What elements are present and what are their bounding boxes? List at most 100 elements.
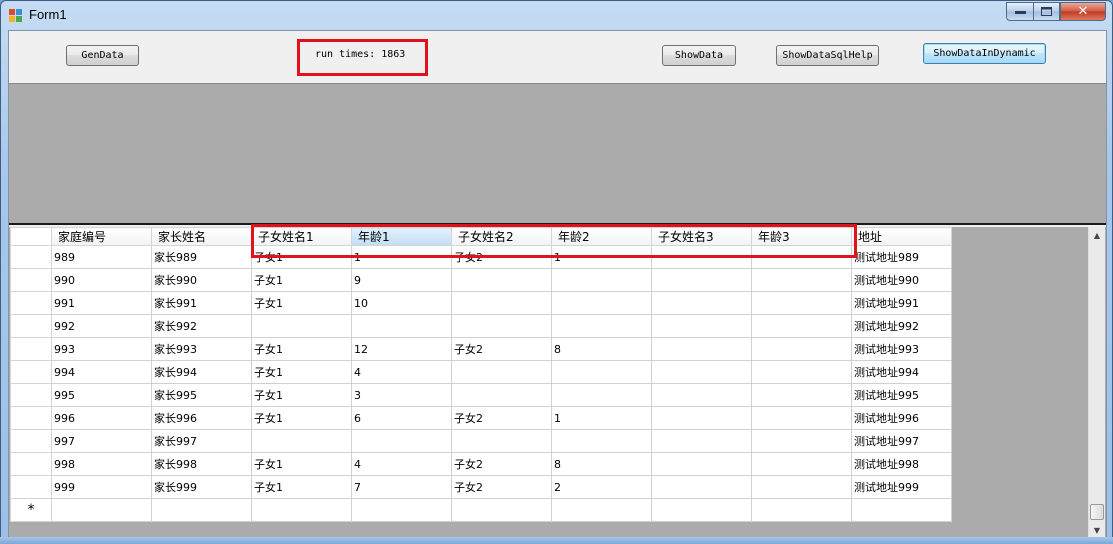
column-header[interactable]: 家庭编号 bbox=[51, 227, 152, 246]
grid-cell[interactable] bbox=[651, 360, 752, 384]
grid-cell[interactable] bbox=[351, 429, 452, 453]
row-header[interactable] bbox=[10, 406, 52, 430]
grid-cell[interactable]: 8 bbox=[551, 452, 652, 476]
table-row[interactable]: 993 家长993 子女1 12 子女2 8 测试地址993 bbox=[10, 337, 952, 361]
grid-cell[interactable]: 家长991 bbox=[151, 291, 252, 315]
grid-cell[interactable]: 7 bbox=[351, 475, 452, 499]
grid-cell[interactable]: 测试地址998 bbox=[851, 452, 952, 476]
grid-cell[interactable] bbox=[451, 383, 552, 407]
column-header[interactable]: 家长姓名 bbox=[151, 227, 252, 246]
table-row[interactable]: 991 家长991 子女1 10 测试地址991 bbox=[10, 291, 952, 315]
grid-cell[interactable]: 测试地址996 bbox=[851, 406, 952, 430]
grid-cell[interactable]: 子女2 bbox=[451, 452, 552, 476]
grid-cell[interactable]: 990 bbox=[51, 268, 152, 292]
grid-cell[interactable] bbox=[451, 314, 552, 338]
scroll-down-icon[interactable]: ▼ bbox=[1089, 522, 1105, 538]
row-header[interactable] bbox=[10, 475, 52, 499]
grid-cell[interactable]: 测试地址995 bbox=[851, 383, 952, 407]
grid-cell[interactable] bbox=[551, 268, 652, 292]
table-row[interactable]: 997 家长997 测试地址997 bbox=[10, 429, 952, 453]
grid-cell[interactable]: 测试地址993 bbox=[851, 337, 952, 361]
grid-cell[interactable] bbox=[751, 337, 852, 361]
grid-cell[interactable] bbox=[651, 383, 752, 407]
data-grid[interactable]: 家庭编号 家长姓名 子女姓名1 年龄1 子女姓名2 年龄2 子女姓名3 年龄3 地址 989 家长… bbox=[10, 227, 952, 522]
scroll-thumb[interactable] bbox=[1090, 504, 1104, 520]
grid-cell[interactable] bbox=[251, 314, 352, 338]
grid-cell[interactable]: 994 bbox=[51, 360, 152, 384]
table-row[interactable]: 998 家长998 子女1 4 子女2 8 测试地址998 bbox=[10, 452, 952, 476]
grid-cell[interactable]: 家长995 bbox=[151, 383, 252, 407]
row-header[interactable] bbox=[10, 268, 52, 292]
row-header[interactable] bbox=[10, 291, 52, 315]
grid-cell[interactable]: 子女2 bbox=[451, 406, 552, 430]
grid-cell[interactable]: 子女1 bbox=[251, 360, 352, 384]
showdata-sqlhelp-button[interactable]: ShowDataSqlHelp bbox=[776, 45, 879, 66]
grid-cell[interactable]: 991 bbox=[51, 291, 152, 315]
grid-cell[interactable] bbox=[551, 314, 652, 338]
grid-cell[interactable] bbox=[551, 383, 652, 407]
grid-cell[interactable] bbox=[751, 498, 852, 522]
grid-cell[interactable]: 989 bbox=[51, 245, 152, 269]
app-icon[interactable] bbox=[9, 9, 22, 22]
grid-cell[interactable]: 10 bbox=[351, 291, 452, 315]
vertical-scrollbar[interactable]: ▲ ▼ bbox=[1088, 227, 1105, 538]
grid-cell[interactable] bbox=[551, 291, 652, 315]
grid-cell[interactable] bbox=[751, 383, 852, 407]
minimize-button[interactable] bbox=[1006, 2, 1033, 21]
grid-corner-header[interactable] bbox=[10, 227, 52, 246]
grid-cell[interactable]: 4 bbox=[351, 360, 452, 384]
grid-cell[interactable]: 子女2 bbox=[451, 475, 552, 499]
grid-cell[interactable] bbox=[51, 498, 152, 522]
grid-cell[interactable] bbox=[251, 498, 352, 522]
grid-cell[interactable]: 子女1 bbox=[251, 475, 352, 499]
grid-cell[interactable]: 子女1 bbox=[251, 406, 352, 430]
grid-cell[interactable]: 家长999 bbox=[151, 475, 252, 499]
grid-cell[interactable] bbox=[551, 360, 652, 384]
grid-cell[interactable]: 家长992 bbox=[151, 314, 252, 338]
table-row[interactable]: 996 家长996 子女1 6 子女2 1 测试地址996 bbox=[10, 406, 952, 430]
grid-cell[interactable] bbox=[151, 498, 252, 522]
grid-cell[interactable] bbox=[651, 337, 752, 361]
data-grid-view[interactable]: 家庭编号 家长姓名 子女姓名1 年龄1 子女姓名2 年龄2 子女姓名3 年龄3 地址 989 家长… bbox=[9, 224, 1106, 538]
grid-cell[interactable] bbox=[651, 291, 752, 315]
grid-cell[interactable]: 测试地址989 bbox=[851, 245, 952, 269]
grid-cell[interactable] bbox=[251, 429, 352, 453]
grid-cell[interactable]: 测试地址994 bbox=[851, 360, 952, 384]
grid-cell[interactable] bbox=[751, 406, 852, 430]
scroll-up-icon[interactable]: ▲ bbox=[1089, 227, 1105, 243]
grid-cell[interactable] bbox=[851, 498, 952, 522]
grid-cell[interactable] bbox=[451, 291, 552, 315]
grid-cell[interactable] bbox=[751, 314, 852, 338]
grid-cell[interactable] bbox=[751, 268, 852, 292]
grid-cell[interactable] bbox=[351, 314, 452, 338]
row-header[interactable] bbox=[10, 360, 52, 384]
grid-cell[interactable]: 4 bbox=[351, 452, 452, 476]
maximize-button[interactable] bbox=[1033, 2, 1060, 21]
grid-cell[interactable]: 1 bbox=[551, 406, 652, 430]
grid-cell[interactable]: 子女1 bbox=[251, 337, 352, 361]
grid-cell[interactable] bbox=[451, 429, 552, 453]
grid-cell[interactable] bbox=[651, 498, 752, 522]
showdata-button[interactable]: ShowData bbox=[662, 45, 736, 66]
grid-cell[interactable]: 999 bbox=[51, 475, 152, 499]
showdata-dynamic-button[interactable]: ShowDataInDynamic bbox=[923, 43, 1046, 64]
grid-cell[interactable]: 6 bbox=[351, 406, 452, 430]
row-header[interactable] bbox=[10, 383, 52, 407]
grid-cell[interactable]: 家长996 bbox=[151, 406, 252, 430]
new-row[interactable]: * bbox=[10, 498, 952, 522]
grid-cell[interactable]: 家长989 bbox=[151, 245, 252, 269]
row-header[interactable] bbox=[10, 245, 52, 269]
grid-cell[interactable] bbox=[751, 291, 852, 315]
close-button[interactable]: ✕ bbox=[1060, 2, 1106, 21]
grid-cell[interactable]: 998 bbox=[51, 452, 152, 476]
grid-cell[interactable] bbox=[451, 498, 552, 522]
grid-cell[interactable]: 测试地址990 bbox=[851, 268, 952, 292]
grid-cell[interactable]: 家长990 bbox=[151, 268, 252, 292]
grid-cell[interactable] bbox=[651, 314, 752, 338]
column-header[interactable]: 地址 bbox=[851, 227, 952, 246]
row-header[interactable] bbox=[10, 314, 52, 338]
grid-cell[interactable]: 995 bbox=[51, 383, 152, 407]
grid-cell[interactable]: 996 bbox=[51, 406, 152, 430]
grid-cell[interactable]: 2 bbox=[551, 475, 652, 499]
table-row[interactable]: 995 家长995 子女1 3 测试地址995 bbox=[10, 383, 952, 407]
